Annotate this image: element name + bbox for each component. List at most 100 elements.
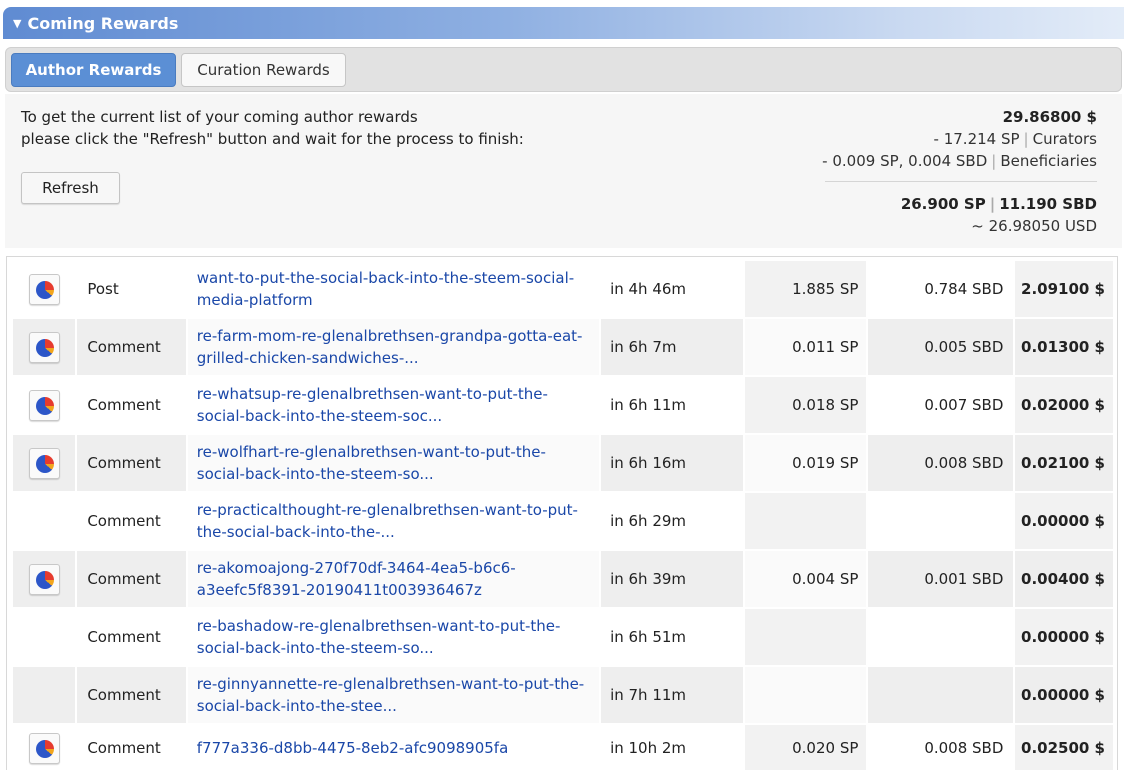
- usd-total: 0.00000 $: [1013, 665, 1115, 725]
- permlink-cell: re-whatsup-re-glenalbrethsen-want-to-put…: [185, 375, 602, 435]
- sp-amount: 0.018 SP: [742, 375, 869, 435]
- permlink-link[interactable]: re-akomoajong-270f70df-3464-4ea5-b6c6-a3…: [197, 557, 591, 601]
- separator: |: [1023, 130, 1029, 148]
- usd-total: 0.02100 $: [1013, 433, 1115, 493]
- info-area: To get the current list of your coming a…: [5, 94, 1122, 248]
- refresh-button[interactable]: Refresh: [21, 172, 120, 204]
- approx-usd: ~ 26.98050 USD: [971, 217, 1097, 235]
- sp-amount: 1.885 SP: [742, 259, 869, 319]
- details-button[interactable]: [28, 447, 60, 479]
- instructions: To get the current list of your coming a…: [21, 106, 524, 150]
- sbd-amount: [866, 491, 1016, 551]
- separator: |: [989, 195, 996, 213]
- sp-amount: [742, 607, 869, 667]
- tab-author-rewards[interactable]: Author Rewards: [11, 53, 176, 87]
- payout-time: in 6h 16m: [599, 433, 745, 493]
- sbd-amount: [866, 665, 1016, 725]
- reward-type: Comment: [75, 491, 188, 551]
- table-row: Comment f777a336-d8bb-4475-8eb2-afc909890…: [10, 723, 1115, 770]
- payout-time: in 6h 11m: [599, 375, 745, 435]
- sp-amount: [742, 665, 869, 725]
- usd-total: 0.02500 $: [1013, 723, 1115, 770]
- rewards-table-container: Post want-to-put-the-social-back-into-the…: [6, 256, 1118, 770]
- table-row: Comment re-akomoajong-270f70df-3464-4ea5-…: [10, 549, 1115, 609]
- permlink-link[interactable]: re-farm-mom-re-glenalbrethsen-grandpa-go…: [197, 325, 591, 369]
- permlink-link[interactable]: want-to-put-the-social-back-into-the-ste…: [197, 267, 591, 311]
- payout-time: in 4h 46m: [599, 259, 745, 319]
- rewards-table: Post want-to-put-the-social-back-into-the…: [10, 259, 1115, 770]
- net-sp: 26.900 SP: [900, 195, 986, 213]
- permlink-cell: re-farm-mom-re-glenalbrethsen-grandpa-go…: [185, 317, 602, 377]
- sbd-amount: 0.005 SBD: [866, 317, 1016, 377]
- details-button[interactable]: [28, 273, 60, 305]
- usd-total: 2.09100 $: [1013, 259, 1115, 319]
- permlink-link[interactable]: f777a336-d8bb-4475-8eb2-afc9098905fa: [197, 737, 591, 759]
- reward-type: Comment: [75, 549, 188, 609]
- sbd-amount: [866, 607, 1016, 667]
- summary-divider: [825, 181, 1097, 182]
- curators-label: Curators: [1032, 130, 1097, 148]
- instruction-line-2: please click the "Refresh" button and wa…: [21, 130, 524, 148]
- usd-total: 0.00400 $: [1013, 549, 1115, 609]
- sp-amount: 0.011 SP: [742, 317, 869, 377]
- rewards-summary: 29.86800 $ - 17.214 SP | Curators - 0.009 …: [822, 106, 1097, 237]
- sbd-amount: 0.008 SBD: [866, 723, 1016, 770]
- icon-cell: [10, 259, 78, 319]
- permlink-cell: want-to-put-the-social-back-into-the-ste…: [185, 259, 602, 319]
- sp-amount: 0.019 SP: [742, 433, 869, 493]
- pie-chart-icon: [35, 396, 54, 415]
- curators-value: - 17.214 SP: [933, 130, 1020, 148]
- permlink-link[interactable]: re-bashadow-re-glenalbrethsen-want-to-pu…: [197, 615, 591, 659]
- icon-cell: [10, 665, 78, 725]
- permlink-cell: re-practicalthought-re-glenalbrethsen-wa…: [185, 491, 602, 551]
- details-button[interactable]: [28, 732, 60, 764]
- beneficiaries-label: Beneficiaries: [1000, 152, 1097, 170]
- icon-cell: [10, 491, 78, 551]
- permlink-link[interactable]: re-wolfhart-re-glenalbrethsen-want-to-pu…: [197, 441, 591, 485]
- details-button[interactable]: [28, 331, 60, 363]
- permlink-link[interactable]: re-practicalthought-re-glenalbrethsen-wa…: [197, 499, 591, 543]
- sbd-amount: 0.008 SBD: [866, 433, 1016, 493]
- payout-time: in 6h 29m: [599, 491, 745, 551]
- payout-time: in 7h 11m: [599, 665, 745, 725]
- separator: |: [991, 152, 997, 170]
- beneficiaries-value: - 0.009 SP, 0.004 SBD: [822, 152, 988, 170]
- reward-type: Comment: [75, 317, 188, 377]
- details-button[interactable]: [28, 563, 60, 595]
- instruction-line-1: To get the current list of your coming a…: [21, 108, 418, 126]
- permlink-cell: re-ginnyannette-re-glenalbrethsen-want-t…: [185, 665, 602, 725]
- usd-total: 0.01300 $: [1013, 317, 1115, 377]
- permlink-link[interactable]: re-ginnyannette-re-glenalbrethsen-want-t…: [197, 673, 591, 717]
- reward-type: Comment: [75, 665, 188, 725]
- pie-chart-icon: [35, 739, 54, 758]
- pie-chart-icon: [35, 454, 54, 473]
- table-row: Post want-to-put-the-social-back-into-the…: [10, 259, 1115, 319]
- icon-cell: [10, 549, 78, 609]
- table-row: Comment re-practicalthought-re-glenalbret…: [10, 491, 1115, 551]
- payout-time: in 6h 7m: [599, 317, 745, 377]
- total-usd: 29.86800 $: [1002, 108, 1097, 126]
- usd-total: 0.00000 $: [1013, 607, 1115, 667]
- icon-cell: [10, 433, 78, 493]
- sp-amount: [742, 491, 869, 551]
- sbd-amount: 0.007 SBD: [866, 375, 1016, 435]
- tab-curation-rewards[interactable]: Curation Rewards: [181, 53, 346, 87]
- sbd-amount: 0.001 SBD: [866, 549, 1016, 609]
- coming-rewards-header[interactable]: ▼ Coming Rewards: [3, 7, 1124, 39]
- payout-time: in 10h 2m: [599, 723, 745, 770]
- permlink-cell: re-wolfhart-re-glenalbrethsen-want-to-pu…: [185, 433, 602, 493]
- icon-cell: [10, 317, 78, 377]
- permlink-link[interactable]: re-whatsup-re-glenalbrethsen-want-to-put…: [197, 383, 591, 427]
- reward-type: Comment: [75, 433, 188, 493]
- reward-type: Comment: [75, 723, 188, 770]
- permlink-cell: re-bashadow-re-glenalbrethsen-want-to-pu…: [185, 607, 602, 667]
- payout-time: in 6h 39m: [599, 549, 745, 609]
- permlink-cell: f777a336-d8bb-4475-8eb2-afc9098905fa: [185, 723, 602, 770]
- icon-cell: [10, 375, 78, 435]
- collapse-triangle-icon[interactable]: ▼: [13, 17, 21, 30]
- icon-cell: [10, 607, 78, 667]
- sp-amount: 0.004 SP: [742, 549, 869, 609]
- pie-chart-icon: [35, 570, 54, 589]
- details-button[interactable]: [28, 389, 60, 421]
- permlink-cell: re-akomoajong-270f70df-3464-4ea5-b6c6-a3…: [185, 549, 602, 609]
